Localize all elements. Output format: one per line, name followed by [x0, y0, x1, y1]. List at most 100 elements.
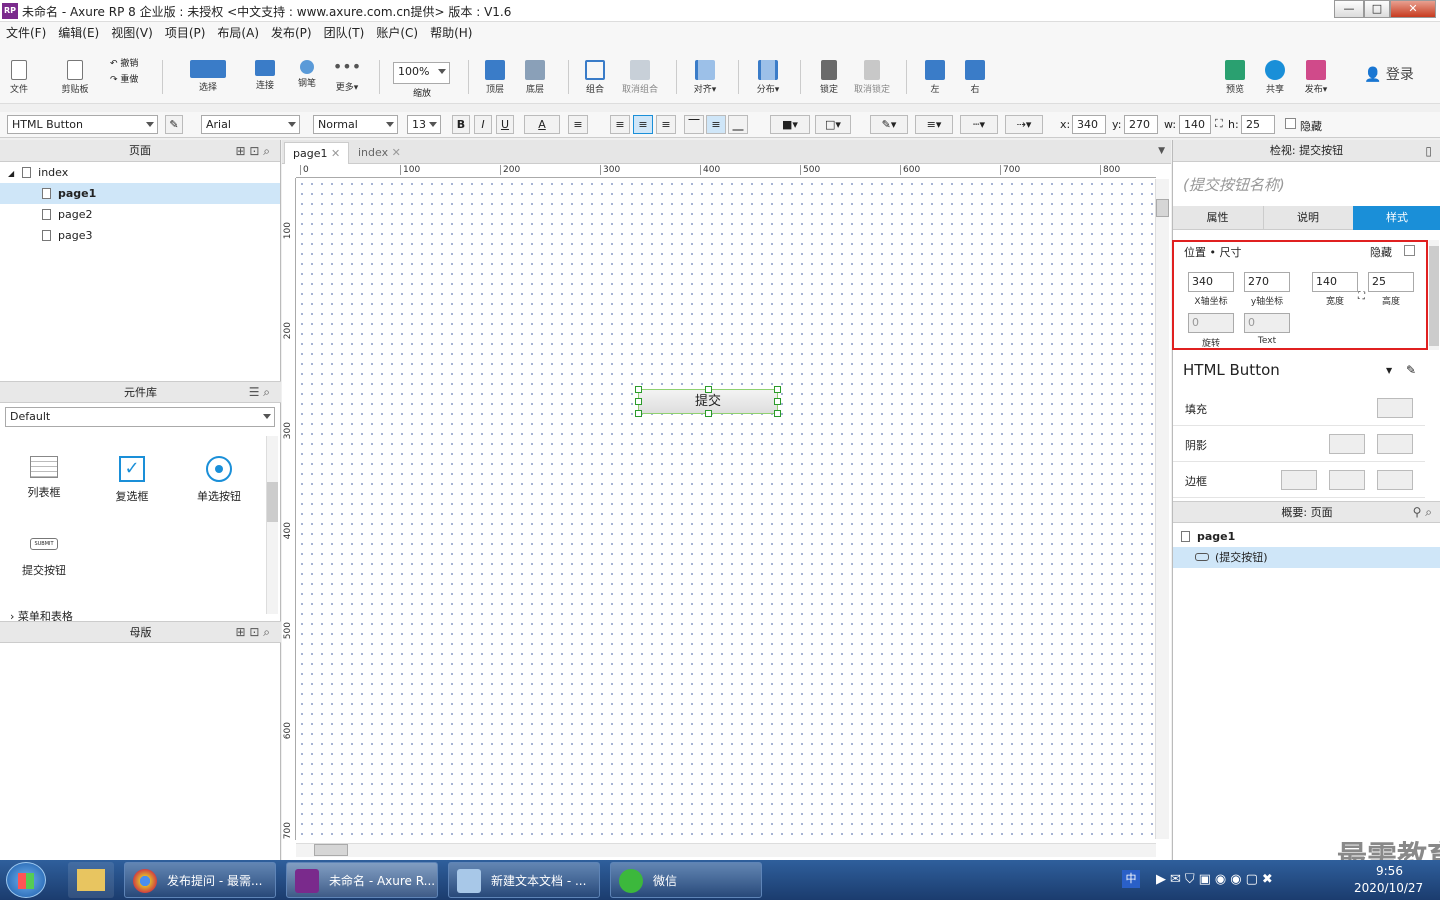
underline-button[interactable]: U: [496, 115, 514, 134]
italic-button[interactable]: I: [474, 115, 492, 134]
zoom-select[interactable]: 100%: [393, 62, 450, 84]
menu-team[interactable]: 团队(T): [324, 22, 365, 44]
style-dropdown-icon[interactable]: ▼: [1386, 366, 1392, 375]
share-button[interactable]: 共享: [1260, 44, 1290, 95]
tab-dropdown-icon[interactable]: ▼: [1158, 146, 1165, 156]
border-style-picker[interactable]: [1377, 470, 1413, 490]
lock-ratio-icon[interactable]: ⛶: [1215, 117, 1223, 131]
close-tab-icon[interactable]: ✕: [388, 146, 401, 159]
y-field[interactable]: 270: [1124, 115, 1158, 134]
library-select[interactable]: Default: [5, 407, 275, 427]
align-left-icon[interactable]: ≡: [610, 115, 630, 134]
style-editor-icon[interactable]: ✎: [1406, 363, 1416, 377]
left-button[interactable]: 左: [922, 44, 948, 95]
inspector-scrollbar[interactable]: [1429, 240, 1439, 350]
valign-bottom-icon[interactable]: ⎽: [728, 115, 748, 134]
y-field[interactable]: 270: [1244, 272, 1290, 292]
valign-middle-icon[interactable]: ≡: [706, 115, 726, 134]
width-field[interactable]: 140: [1312, 272, 1358, 292]
explorer-taskbar-icon[interactable]: [68, 862, 114, 898]
filter-icon[interactable]: ⚲ ⌕: [1413, 505, 1432, 520]
rotation-field[interactable]: 0: [1188, 313, 1234, 333]
tab-style[interactable]: 样式: [1353, 206, 1440, 230]
taskbar-notepad[interactable]: 新建文本文档 - ...: [448, 862, 600, 898]
resize-handle[interactable]: [635, 410, 642, 417]
redo-button[interactable]: ↷ 重做: [110, 72, 138, 85]
resize-handle[interactable]: [705, 410, 712, 417]
lock-button[interactable]: 锁定: [814, 44, 844, 95]
menu-project[interactable]: 项目(P): [165, 22, 206, 44]
library-menu-icon[interactable]: ☰ ⌕: [249, 385, 270, 400]
publish-button[interactable]: 发布▾: [1298, 44, 1334, 95]
notes-icon[interactable]: ▯: [1425, 144, 1432, 158]
text-rotation-field[interactable]: 0: [1244, 313, 1290, 333]
maximize-button[interactable]: □: [1364, 0, 1390, 18]
resize-handle[interactable]: [635, 398, 642, 405]
resize-handle[interactable]: [774, 386, 781, 393]
canvas-vscrollbar[interactable]: [1155, 179, 1169, 839]
valign-top-icon[interactable]: ⎺: [684, 115, 704, 134]
menu-edit[interactable]: 编辑(E): [58, 22, 99, 44]
send-to-back-button[interactable]: 底层: [520, 44, 550, 95]
menu-layout[interactable]: 布局(A): [217, 22, 259, 44]
inner-shadow-picker[interactable]: [1377, 434, 1413, 454]
outline-item-submit[interactable]: (提交按钮): [1173, 547, 1440, 568]
resize-handle[interactable]: [705, 386, 712, 393]
select-tool[interactable]: 选择: [180, 44, 236, 93]
connect-tool[interactable]: 连接: [250, 44, 280, 91]
add-master-icon[interactable]: ⊞ ⊡ ⌕: [236, 625, 270, 640]
minimize-button[interactable]: —: [1334, 0, 1364, 18]
tree-item-page3[interactable]: page3: [0, 225, 280, 246]
library-scrollbar[interactable]: [266, 436, 278, 614]
add-page-icon[interactable]: ⊞ ⊡ ⌕: [236, 144, 270, 159]
tray-icons[interactable]: ▶✉⛉▣◉◉▢✖: [1156, 872, 1277, 887]
height-field[interactable]: 25: [1368, 272, 1414, 292]
align-right-icon[interactable]: ≡: [656, 115, 676, 134]
tree-item-page1[interactable]: page1: [0, 183, 280, 204]
hidden-checkbox[interactable]: [1285, 118, 1296, 129]
widget-radio[interactable]: 单选按钮: [189, 456, 249, 504]
taskbar-wechat[interactable]: 微信: [610, 862, 762, 898]
taskbar-axure[interactable]: 未命名 - Axure R...: [286, 862, 438, 898]
menu-publish[interactable]: 发布(P): [271, 22, 312, 44]
font-color-button[interactable]: A: [524, 115, 560, 134]
tree-item-page2[interactable]: page2: [0, 204, 280, 225]
menu-file[interactable]: 文件(F): [6, 22, 46, 44]
bullet-list-icon[interactable]: ≡: [568, 115, 588, 134]
canvas-grid[interactable]: [297, 179, 1155, 839]
widget-checkbox[interactable]: ✓ 复选框: [102, 456, 162, 504]
bold-button[interactable]: B: [452, 115, 470, 134]
line-width-icon[interactable]: ≡▾: [915, 115, 953, 134]
login-button[interactable]: 👤 登录: [1364, 64, 1414, 84]
x-field[interactable]: 340: [1188, 272, 1234, 292]
border-width-picker[interactable]: [1281, 470, 1317, 490]
widget-name-input[interactable]: (提交按钮名称): [1183, 174, 1285, 195]
unlock-button[interactable]: 取消锁定: [852, 44, 892, 95]
distribute-button[interactable]: 分布▾: [750, 44, 786, 95]
w-field[interactable]: 140: [1179, 115, 1211, 134]
border-color-picker[interactable]: [1329, 470, 1365, 490]
close-button[interactable]: ✕: [1390, 0, 1436, 18]
align-center-icon[interactable]: ≡: [633, 115, 653, 134]
tab-index[interactable]: index ✕: [350, 142, 409, 164]
more-tools[interactable]: ••• 更多▾: [330, 44, 364, 94]
menu-account[interactable]: 账户(C): [376, 22, 418, 44]
bring-to-front-button[interactable]: 顶层: [480, 44, 510, 95]
h-field[interactable]: 25: [1241, 115, 1275, 134]
menu-help[interactable]: 帮助(H): [430, 22, 472, 44]
file-button[interactable]: 文件: [4, 44, 34, 95]
font-size-select[interactable]: 13: [407, 115, 441, 134]
tab-properties[interactable]: 属性: [1173, 206, 1262, 230]
close-tab-icon[interactable]: ✕: [327, 147, 340, 160]
ime-icon[interactable]: 中: [1122, 870, 1140, 888]
fill-color-picker[interactable]: [1377, 398, 1413, 418]
menu-view[interactable]: 视图(V): [111, 22, 153, 44]
line-style-icon[interactable]: ┄▾: [960, 115, 998, 134]
resize-handle[interactable]: [774, 398, 781, 405]
tab-notes[interactable]: 说明: [1263, 206, 1352, 230]
align-button[interactable]: 对齐▾: [688, 44, 722, 95]
style-editor-icon[interactable]: ✎: [165, 115, 183, 134]
hidden-checkbox[interactable]: [1404, 245, 1415, 256]
fill-color-icon[interactable]: ■▾: [770, 115, 810, 134]
start-button[interactable]: [6, 862, 46, 898]
